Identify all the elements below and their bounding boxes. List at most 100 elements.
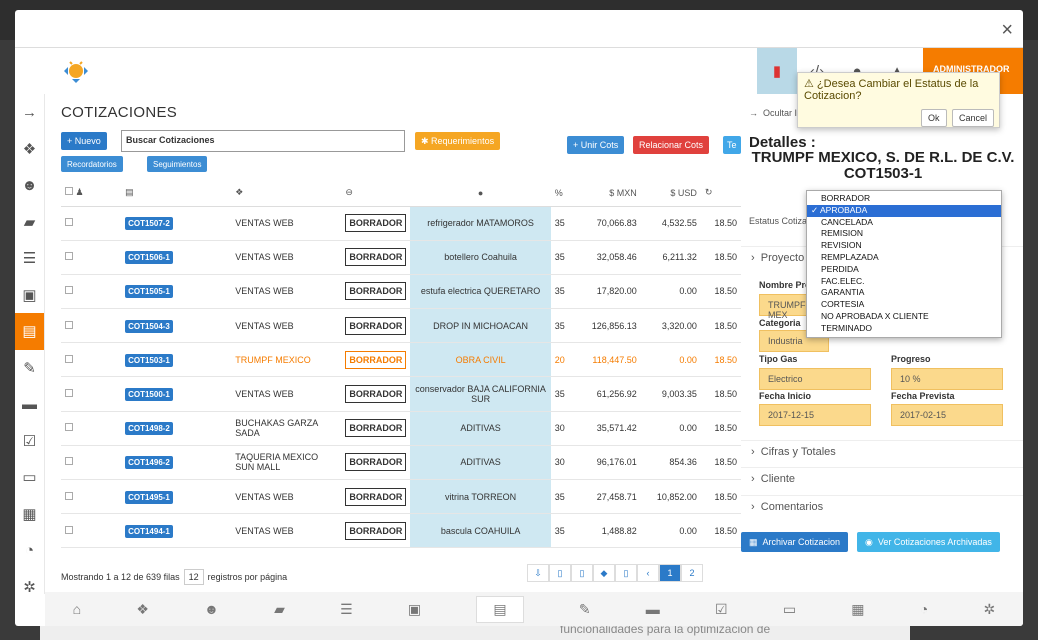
status-badge[interactable]: BORRADOR	[345, 248, 407, 267]
table-row[interactable]: COT1504-3 VENTAS WEB BORRADOR DROP IN MICHO…	[61, 308, 741, 344]
code-badge[interactable]: COT1494-1	[125, 524, 173, 538]
row-checkbox[interactable]	[61, 274, 122, 310]
table-row[interactable]: COT1503-1 TRUMPF MEXICO BORRADOR OBRA CIVIL…	[61, 342, 741, 378]
code-badge[interactable]: COT1506-1	[125, 251, 173, 265]
gears-icon[interactable]: ✲	[15, 569, 44, 606]
download-icon[interactable]: ⇩	[527, 564, 549, 582]
status-option[interactable]: ✓ APROBADA	[807, 204, 1001, 217]
users-icon[interactable]: ☻	[204, 601, 219, 617]
status-option[interactable]: PERDIDA	[807, 264, 1001, 276]
tipo-gas-field[interactable]: Electrico	[759, 368, 871, 390]
cubes-icon[interactable]: ❖	[15, 131, 44, 168]
checkbox[interactable]	[65, 457, 73, 466]
frame-icon[interactable]: ▣	[15, 277, 44, 314]
list-icon[interactable]: ☰	[15, 240, 44, 277]
gears-icon[interactable]: ✲	[983, 601, 995, 618]
status-option[interactable]: BORRADOR	[807, 193, 1001, 205]
status-badge[interactable]: BORRADOR	[345, 316, 407, 335]
truck-icon[interactable]: ▬	[646, 601, 660, 617]
row-checkbox[interactable]	[61, 342, 122, 378]
users-icon[interactable]: ☻	[15, 167, 44, 204]
table-row[interactable]: COT1495-1 VENTAS WEB BORRADOR vitrina TORRE…	[61, 479, 741, 515]
tag-icon[interactable]: ◆	[593, 564, 615, 582]
frame-icon[interactable]: ▣	[408, 601, 421, 618]
section-cifras[interactable]: › Cifras y Totales	[741, 440, 1023, 462]
truck-icon[interactable]: ▬	[15, 386, 44, 423]
table-row[interactable]: COT1494-1 VENTAS WEB BORRADOR bascula COAHU…	[61, 513, 741, 549]
row-checkbox[interactable]	[61, 479, 122, 515]
money-icon[interactable]: ▭	[15, 459, 44, 496]
pct-column-header[interactable]: %	[550, 180, 581, 207]
table-row[interactable]: COT1496-2 TAQUERIA MEXICO SUN MALL BORRADO…	[61, 445, 741, 481]
table-row[interactable]: COT1506-1 VENTAS WEB BORRADOR botellero Coa…	[61, 240, 741, 275]
cubes-icon[interactable]: ❖	[136, 601, 149, 618]
page-prev[interactable]: ‹	[637, 564, 659, 582]
progreso-field[interactable]: 10 %	[891, 368, 1003, 390]
status-option[interactable]: FAC.ELEC.	[807, 276, 1001, 288]
checkbox[interactable]	[65, 218, 73, 227]
list-icon[interactable]: ☰	[340, 601, 353, 618]
status-badge[interactable]: BORRADOR	[345, 350, 407, 369]
quotes-icon[interactable]: ▤	[15, 313, 44, 350]
table-row[interactable]: COT1505-1 VENTAS WEB BORRADOR estufa electr…	[61, 274, 741, 310]
ok-button[interactable]: Ok	[921, 109, 947, 127]
row-checkbox[interactable]	[61, 376, 122, 412]
page-2[interactable]: 2	[681, 564, 703, 582]
view-archived-button[interactable]: ◉ Ver Cotizaciones Archivadas	[857, 532, 1000, 552]
arrow-right-icon[interactable]: →	[15, 94, 44, 131]
new-button[interactable]: + Nuevo	[61, 132, 107, 150]
status-badge[interactable]: BORRADOR	[345, 521, 407, 540]
requerimientos-button[interactable]: ✱ Requerimientos	[415, 132, 501, 150]
row-checkbox[interactable]	[61, 240, 122, 275]
status-dropdown[interactable]: BORRADOR ✓ APROBADA CANCELADA REMISION REVIS…	[806, 190, 1002, 338]
table-row[interactable]: COT1500-1 VENTAS WEB BORRADOR conservador B…	[61, 376, 741, 412]
checkbox[interactable]	[65, 354, 73, 363]
pdf-icon[interactable]: ▯	[615, 564, 637, 582]
section-cliente[interactable]: › Cliente	[741, 467, 1023, 489]
pie-chart-icon[interactable]: ◔	[15, 532, 44, 569]
checkbox[interactable]	[65, 491, 73, 500]
client-column-header[interactable]: ❖	[231, 180, 342, 207]
row-checkbox[interactable]	[61, 445, 122, 481]
checkbox[interactable]	[65, 389, 73, 398]
archive-quote-button[interactable]: ▦ Archivar Cotizacion	[741, 532, 849, 552]
row-checkbox[interactable]	[61, 411, 122, 446]
status-option[interactable]: CANCELADA	[807, 217, 1001, 229]
record-icon[interactable]: ▮	[757, 48, 797, 94]
export-icon[interactable]: ▯	[549, 564, 571, 582]
code-badge[interactable]: COT1500-1	[125, 388, 173, 402]
code-badge[interactable]: COT1505-1	[125, 285, 173, 299]
page-size-select[interactable]: 12	[183, 569, 204, 585]
checkbox[interactable]	[65, 187, 73, 196]
quotes-icon[interactable]: ▤	[476, 595, 524, 623]
close-icon[interactable]: ×	[1001, 20, 1013, 40]
relacionar-cots-button[interactable]: Relacionar Cots	[633, 136, 710, 154]
status-option[interactable]: REVISION	[807, 240, 1001, 252]
page-1[interactable]: 1	[659, 564, 681, 582]
status-option[interactable]: GARANTIA	[807, 287, 1001, 299]
select-all-header[interactable]: ♟	[61, 180, 122, 207]
checkbox[interactable]	[65, 286, 73, 295]
status-badge[interactable]: BORRADOR	[345, 385, 407, 404]
status-option[interactable]: NO APROBADA X CLIENTE	[807, 311, 1001, 323]
code-column-header[interactable]: ▤	[121, 180, 232, 207]
code-badge[interactable]: COT1503-1	[125, 353, 173, 367]
status-badge[interactable]: BORRADOR	[345, 282, 407, 301]
checkbox-icon[interactable]: ☑	[15, 423, 44, 460]
home-icon[interactable]: ⌂	[73, 601, 81, 617]
row-checkbox[interactable]	[61, 206, 122, 241]
book-icon[interactable]: ▰	[15, 204, 44, 241]
money-icon[interactable]: ▭	[783, 601, 796, 618]
status-option[interactable]: REMPLAZADA	[807, 252, 1001, 264]
checkbox-icon[interactable]: ☑	[715, 601, 728, 618]
status-badge[interactable]: BORRADOR	[345, 487, 407, 506]
table-row[interactable]: COT1507-2 VENTAS WEB BORRADOR refrigerador …	[61, 206, 741, 241]
unir-cots-button[interactable]: + Unir Cots	[567, 136, 625, 154]
status-badge[interactable]: BORRADOR	[345, 453, 407, 472]
checkbox[interactable]	[65, 252, 73, 261]
row-checkbox[interactable]	[61, 513, 122, 549]
wrench-icon[interactable]: ✎	[15, 350, 44, 387]
code-badge[interactable]: COT1498-2	[125, 422, 173, 436]
status-column-header[interactable]: ⊖	[341, 180, 411, 207]
cancel-button[interactable]: Cancel	[952, 109, 995, 127]
